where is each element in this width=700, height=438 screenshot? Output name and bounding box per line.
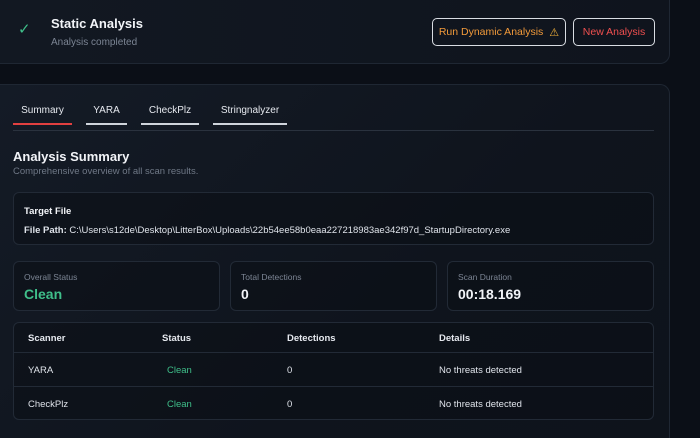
new-analysis-button[interactable]: New Analysis: [573, 18, 655, 46]
cell-status: Clean: [167, 399, 192, 410]
overall-status-label: Overall Status: [24, 272, 78, 282]
tab-underline: [13, 123, 72, 125]
column-header-detections: Detections: [287, 333, 336, 344]
tab-stringnalyzer[interactable]: Stringnalyzer: [213, 105, 287, 125]
scan-duration-card: Scan Duration 00:18.169: [447, 261, 654, 311]
warning-icon: ⚠: [549, 26, 560, 39]
page-title: Static Analysis: [51, 16, 144, 31]
total-detections-value: 0: [241, 286, 249, 302]
status-subtitle: Analysis completed: [51, 37, 138, 48]
tab-label: Stringnalyzer: [220, 105, 280, 116]
file-path-value: C:\Users\s12de\Desktop\LitterBox\Uploads…: [69, 225, 511, 236]
tab-underline: [86, 123, 127, 125]
target-file-card: Target File File Path: C:\Users\s12de\De…: [13, 192, 654, 245]
table-row: CheckPlz Clean 0 No threats detected: [14, 387, 653, 419]
cell-detections: 0: [287, 365, 293, 376]
run-dynamic-analysis-button[interactable]: Run Dynamic Analysis ⚠: [432, 18, 566, 46]
total-detections-card: Total Detections 0: [230, 261, 437, 311]
cell-detections: 0: [287, 399, 293, 410]
tab-divider: [13, 130, 654, 131]
tab-underline: [213, 123, 287, 125]
tab-label: YARA: [93, 105, 120, 116]
scan-duration-value: 00:18.169: [458, 286, 522, 302]
table-header: Scanner Status Detections Details: [14, 323, 653, 353]
check-icon: ✓: [18, 21, 31, 38]
tab-summary[interactable]: Summary: [13, 105, 72, 125]
column-header-status: Status: [162, 333, 192, 344]
tab-underline: [141, 123, 199, 125]
tab-label: CheckPlz: [148, 105, 192, 116]
column-header-scanner: Scanner: [28, 333, 66, 344]
tab-checkplz[interactable]: CheckPlz: [141, 105, 199, 125]
run-dynamic-analysis-label: Run Dynamic Analysis: [438, 26, 544, 38]
cell-details: No threats detected: [439, 399, 522, 410]
target-file-heading: Target File: [24, 206, 72, 217]
file-path: File Path: C:\Users\s12de\Desktop\Litter…: [24, 225, 510, 236]
section-subtitle: Comprehensive overview of all scan resul…: [13, 166, 199, 177]
column-header-details: Details: [439, 333, 471, 344]
total-detections-label: Total Detections: [241, 272, 302, 282]
scanner-results-table: Scanner Status Detections Details YARA C…: [13, 322, 654, 420]
overall-status-value: Clean: [24, 286, 63, 302]
cell-details: No threats detected: [439, 365, 522, 376]
tab-yara[interactable]: YARA: [86, 105, 127, 125]
cell-scanner: YARA: [28, 365, 54, 376]
overall-status-card: Overall Status Clean: [13, 261, 220, 311]
analysis-status-header: ✓ Static Analysis Analysis completed Run…: [0, 0, 670, 64]
scan-duration-label: Scan Duration: [458, 272, 512, 282]
results-panel: Summary YARA CheckPlz Stringnalyzer Anal…: [0, 84, 670, 438]
file-path-label: File Path:: [24, 225, 67, 236]
cell-scanner: CheckPlz: [28, 399, 69, 410]
tab-label: Summary: [21, 105, 64, 116]
cell-status: Clean: [167, 365, 192, 376]
table-row: YARA Clean 0 No threats detected: [14, 353, 653, 387]
section-title: Analysis Summary: [13, 149, 130, 164]
